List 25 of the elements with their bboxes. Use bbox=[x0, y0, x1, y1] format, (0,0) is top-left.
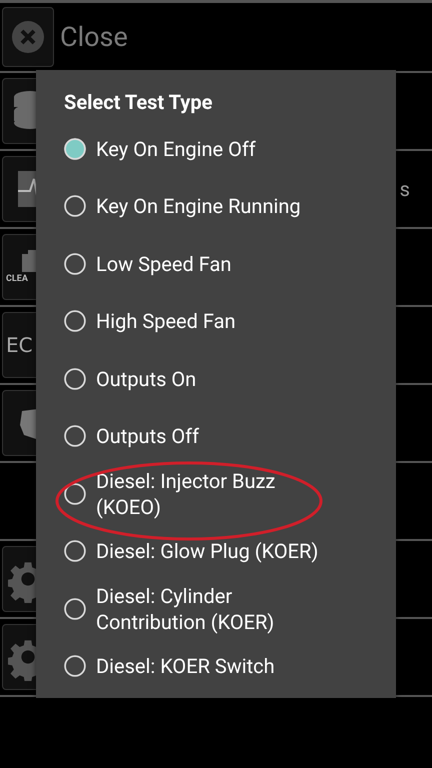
radio-option[interactable]: Diesel: KOER Switch bbox=[64, 638, 364, 695]
radio-option[interactable]: Outputs On bbox=[64, 350, 364, 408]
radio-button[interactable] bbox=[64, 482, 86, 505]
close-icon bbox=[9, 18, 47, 56]
radio-button[interactable] bbox=[64, 138, 86, 160]
radio-option[interactable]: Key On Engine Running bbox=[64, 178, 364, 235]
close-label[interactable]: Close bbox=[60, 21, 128, 53]
radio-button[interactable] bbox=[64, 368, 86, 390]
radio-button[interactable] bbox=[64, 655, 86, 678]
radio-option[interactable]: Low Speed Fan bbox=[64, 235, 364, 292]
radio-button[interactable] bbox=[64, 252, 86, 275]
radio-button[interactable] bbox=[64, 310, 86, 332]
dialog-title: Select Test Type bbox=[64, 90, 214, 114]
radio-option[interactable]: Diesel: Injector Buzz (KOEO) bbox=[64, 465, 364, 522]
menu-label: s bbox=[400, 177, 410, 201]
radio-button[interactable] bbox=[64, 195, 86, 218]
radio-option[interactable]: Diesel: Cylinder Contribution (KOER) bbox=[64, 580, 364, 638]
ec-logo-text: EC bbox=[6, 335, 33, 355]
radio-option[interactable]: Outputs Off bbox=[64, 408, 364, 465]
radio-button[interactable] bbox=[64, 598, 86, 620]
radio-option[interactable]: High Speed Fan bbox=[64, 292, 364, 350]
radio-option[interactable]: Diesel: Glow Plug (KOER) bbox=[64, 522, 364, 580]
radio-option[interactable]: Key On Engine Off bbox=[64, 120, 364, 178]
radio-button[interactable] bbox=[64, 425, 86, 448]
radio-button[interactable] bbox=[64, 540, 86, 562]
